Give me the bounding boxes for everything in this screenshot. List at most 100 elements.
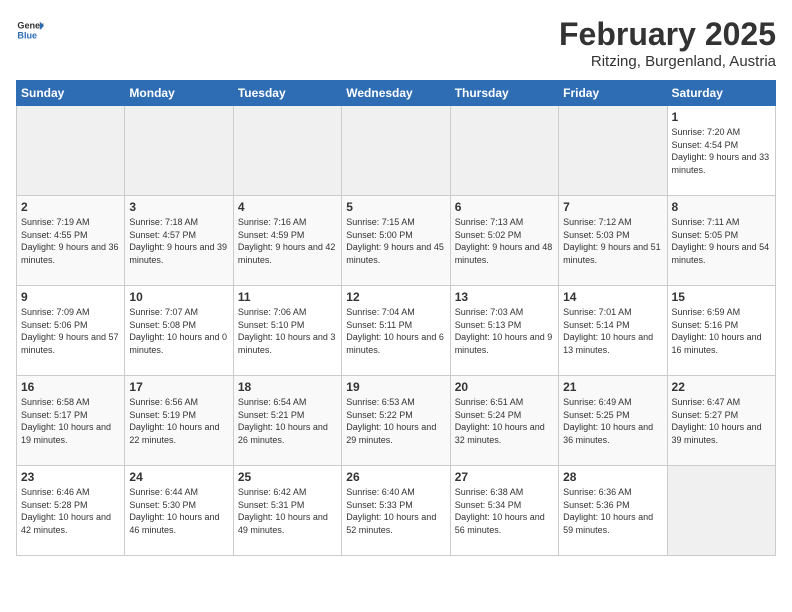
svg-text:Blue: Blue	[17, 30, 37, 40]
day-info: Sunrise: 7:06 AM Sunset: 5:10 PM Dayligh…	[238, 306, 337, 356]
calendar-cell: 9 Sunrise: 7:09 AM Sunset: 5:06 PM Daylig…	[17, 286, 125, 376]
calendar-cell: 20 Sunrise: 6:51 AM Sunset: 5:24 PM Dayli…	[450, 376, 558, 466]
day-info: Sunrise: 6:40 AM Sunset: 5:33 PM Dayligh…	[346, 486, 445, 536]
calendar-cell	[667, 466, 775, 556]
calendar-cell: 1 Sunrise: 7:20 AM Sunset: 4:54 PM Daylig…	[667, 106, 775, 196]
col-friday: Friday	[559, 81, 667, 106]
day-number: 13	[455, 290, 554, 304]
calendar-cell: 15 Sunrise: 6:59 AM Sunset: 5:16 PM Dayli…	[667, 286, 775, 376]
calendar-cell	[233, 106, 341, 196]
calendar-subtitle: Ritzing, Burgenland, Austria	[559, 53, 776, 70]
logo-icon: General Blue	[16, 16, 44, 44]
day-info: Sunrise: 6:42 AM Sunset: 5:31 PM Dayligh…	[238, 486, 337, 536]
day-number: 25	[238, 470, 337, 484]
day-info: Sunrise: 6:38 AM Sunset: 5:34 PM Dayligh…	[455, 486, 554, 536]
day-info: Sunrise: 7:18 AM Sunset: 4:57 PM Dayligh…	[129, 216, 228, 266]
calendar-title: February 2025	[559, 16, 776, 53]
day-info: Sunrise: 7:20 AM Sunset: 4:54 PM Dayligh…	[672, 126, 771, 176]
day-number: 16	[21, 380, 120, 394]
calendar-cell: 24Sunrise: 6:44 AM Sunset: 5:30 PM Dayli…	[125, 466, 233, 556]
day-info: Sunrise: 6:47 AM Sunset: 5:27 PM Dayligh…	[672, 396, 771, 446]
calendar-cell: 25 Sunrise: 6:42 AM Sunset: 5:31 PM Dayli…	[233, 466, 341, 556]
calendar-cell: 18 Sunrise: 6:54 AM Sunset: 5:21 PM Dayli…	[233, 376, 341, 466]
day-number: 20	[455, 380, 554, 394]
calendar-cell: 13 Sunrise: 7:03 AM Sunset: 5:13 PM Dayli…	[450, 286, 558, 376]
day-info: Sunrise: 6:49 AM Sunset: 5:25 PM Dayligh…	[563, 396, 662, 446]
header: General Blue February 2025 Ritzing, Burg…	[16, 16, 776, 70]
calendar-cell: 23 Sunrise: 6:46 AM Sunset: 5:28 PM Dayli…	[17, 466, 125, 556]
calendar-table: Sunday Monday Tuesday Wednesday Thursday…	[16, 80, 776, 556]
logo: General Blue	[16, 16, 44, 44]
calendar-cell: 14 Sunrise: 7:01 AM Sunset: 5:14 PM Dayli…	[559, 286, 667, 376]
day-number: 6	[455, 200, 554, 214]
day-info: Sunrise: 6:46 AM Sunset: 5:28 PM Dayligh…	[21, 486, 120, 536]
calendar-cell: 19 Sunrise: 6:53 AM Sunset: 5:22 PM Dayli…	[342, 376, 450, 466]
day-number: 9	[21, 290, 120, 304]
day-info: Sunrise: 7:04 AM Sunset: 5:11 PM Dayligh…	[346, 306, 445, 356]
day-number: 2	[21, 200, 120, 214]
calendar-cell: 10 Sunrise: 7:07 AM Sunset: 5:08 PM Dayli…	[125, 286, 233, 376]
week-row-4: 23 Sunrise: 6:46 AM Sunset: 5:28 PM Dayli…	[17, 466, 776, 556]
day-number: 1	[672, 110, 771, 124]
calendar-cell: 2 Sunrise: 7:19 AM Sunset: 4:55 PM Daylig…	[17, 196, 125, 286]
week-row-1: 2 Sunrise: 7:19 AM Sunset: 4:55 PM Daylig…	[17, 196, 776, 286]
calendar-cell: 16 Sunrise: 6:58 AM Sunset: 5:17 PM Dayli…	[17, 376, 125, 466]
calendar-cell	[125, 106, 233, 196]
day-info: Sunrise: 7:01 AM Sunset: 5:14 PM Dayligh…	[563, 306, 662, 356]
day-info: Sunrise: 6:53 AM Sunset: 5:22 PM Dayligh…	[346, 396, 445, 446]
col-wednesday: Wednesday	[342, 81, 450, 106]
calendar-cell: 7Sunrise: 7:12 AM Sunset: 5:03 PM Daylig…	[559, 196, 667, 286]
col-tuesday: Tuesday	[233, 81, 341, 106]
day-info: Sunrise: 7:09 AM Sunset: 5:06 PM Dayligh…	[21, 306, 120, 356]
title-area: February 2025 Ritzing, Burgenland, Austr…	[559, 16, 776, 70]
week-row-2: 9 Sunrise: 7:09 AM Sunset: 5:06 PM Daylig…	[17, 286, 776, 376]
calendar-cell: 27Sunrise: 6:38 AM Sunset: 5:34 PM Dayli…	[450, 466, 558, 556]
day-info: Sunrise: 6:58 AM Sunset: 5:17 PM Dayligh…	[21, 396, 120, 446]
day-info: Sunrise: 7:19 AM Sunset: 4:55 PM Dayligh…	[21, 216, 120, 266]
calendar-cell	[450, 106, 558, 196]
calendar-cell: 12 Sunrise: 7:04 AM Sunset: 5:11 PM Dayli…	[342, 286, 450, 376]
day-info: Sunrise: 6:54 AM Sunset: 5:21 PM Dayligh…	[238, 396, 337, 446]
day-number: 14	[563, 290, 662, 304]
day-number: 15	[672, 290, 771, 304]
calendar-cell: 8 Sunrise: 7:11 AM Sunset: 5:05 PM Daylig…	[667, 196, 775, 286]
day-number: 12	[346, 290, 445, 304]
day-number: 19	[346, 380, 445, 394]
header-row: Sunday Monday Tuesday Wednesday Thursday…	[17, 81, 776, 106]
day-number: 4	[238, 200, 337, 214]
calendar-cell	[559, 106, 667, 196]
day-info: Sunrise: 6:36 AM Sunset: 5:36 PM Dayligh…	[563, 486, 662, 536]
day-number: 23	[21, 470, 120, 484]
day-info: Sunrise: 7:15 AM Sunset: 5:00 PM Dayligh…	[346, 216, 445, 266]
day-number: 10	[129, 290, 228, 304]
calendar-cell: 22 Sunrise: 6:47 AM Sunset: 5:27 PM Dayli…	[667, 376, 775, 466]
day-number: 3	[129, 200, 228, 214]
day-info: Sunrise: 6:44 AM Sunset: 5:30 PM Dayligh…	[129, 486, 228, 536]
day-number: 7	[563, 200, 662, 214]
calendar-cell: 3 Sunrise: 7:18 AM Sunset: 4:57 PM Daylig…	[125, 196, 233, 286]
col-sunday: Sunday	[17, 81, 125, 106]
day-number: 8	[672, 200, 771, 214]
day-info: Sunrise: 6:59 AM Sunset: 5:16 PM Dayligh…	[672, 306, 771, 356]
day-number: 26	[346, 470, 445, 484]
calendar-cell: 21Sunrise: 6:49 AM Sunset: 5:25 PM Dayli…	[559, 376, 667, 466]
calendar-cell: 28 Sunrise: 6:36 AM Sunset: 5:36 PM Dayli…	[559, 466, 667, 556]
day-info: Sunrise: 6:51 AM Sunset: 5:24 PM Dayligh…	[455, 396, 554, 446]
calendar-cell	[17, 106, 125, 196]
day-info: Sunrise: 7:11 AM Sunset: 5:05 PM Dayligh…	[672, 216, 771, 266]
day-number: 5	[346, 200, 445, 214]
calendar-cell: 26 Sunrise: 6:40 AM Sunset: 5:33 PM Dayli…	[342, 466, 450, 556]
week-row-0: 1 Sunrise: 7:20 AM Sunset: 4:54 PM Daylig…	[17, 106, 776, 196]
week-row-3: 16 Sunrise: 6:58 AM Sunset: 5:17 PM Dayli…	[17, 376, 776, 466]
day-number: 18	[238, 380, 337, 394]
calendar-cell	[342, 106, 450, 196]
day-number: 28	[563, 470, 662, 484]
day-info: Sunrise: 7:03 AM Sunset: 5:13 PM Dayligh…	[455, 306, 554, 356]
day-number: 22	[672, 380, 771, 394]
calendar-cell: 5 Sunrise: 7:15 AM Sunset: 5:00 PM Daylig…	[342, 196, 450, 286]
day-info: Sunrise: 7:07 AM Sunset: 5:08 PM Dayligh…	[129, 306, 228, 356]
day-info: Sunrise: 7:16 AM Sunset: 4:59 PM Dayligh…	[238, 216, 337, 266]
day-info: Sunrise: 7:13 AM Sunset: 5:02 PM Dayligh…	[455, 216, 554, 266]
day-number: 11	[238, 290, 337, 304]
col-saturday: Saturday	[667, 81, 775, 106]
